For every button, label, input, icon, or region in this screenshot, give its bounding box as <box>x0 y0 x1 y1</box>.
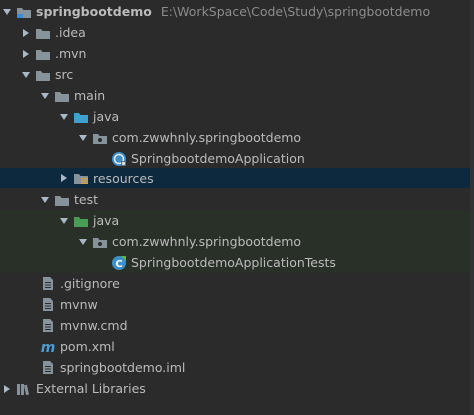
tree-label: test <box>74 192 99 207</box>
folder-icon <box>35 67 51 83</box>
svg-text:m: m <box>41 340 56 354</box>
tree-label: resources <box>93 170 154 186</box>
tree-label: pom.xml <box>60 339 115 354</box>
project-name: springbootdemo <box>36 4 152 19</box>
tree-row-project[interactable]: springbootdemo E:\WorkSpace\Code\Study\s… <box>0 1 474 22</box>
folder-icon <box>54 192 70 208</box>
package-icon <box>92 130 108 146</box>
tree-row-main-package[interactable]: com.zwwhnly.springbootdemo <box>0 127 474 148</box>
tree-label: mvnw <box>60 297 98 312</box>
folder-icon <box>35 46 51 62</box>
tree-row-mvnw[interactable]: mvnw <box>0 294 474 315</box>
project-tree: springbootdemo E:\WorkSpace\Code\Study\s… <box>0 0 474 415</box>
test-class-icon: C <box>111 255 127 271</box>
tree-label: mvnw.cmd <box>60 318 128 333</box>
scrollbar-track[interactable] <box>470 0 474 415</box>
tree-row-mvn[interactable]: .mvn <box>0 43 474 64</box>
tree-label: springbootdemo.iml <box>60 360 186 375</box>
package-icon <box>92 234 108 250</box>
svg-text:C: C <box>115 259 122 270</box>
tree-row-pom[interactable]: m pom.xml <box>0 336 474 357</box>
chevron-right-icon[interactable] <box>19 26 33 40</box>
tree-row-iml[interactable]: springbootdemo.iml <box>0 357 474 378</box>
module-file-icon <box>40 360 56 376</box>
tree-row-gitignore[interactable]: .gitignore <box>0 273 474 294</box>
chevron-down-icon[interactable] <box>76 131 90 145</box>
chevron-right-icon[interactable] <box>57 171 71 185</box>
tree-row-main[interactable]: main <box>0 85 474 106</box>
tree-row-test-package[interactable]: com.zwwhnly.springbootdemo <box>0 231 474 252</box>
resources-folder-icon <box>73 170 89 186</box>
tree-label: java <box>93 109 120 124</box>
chevron-right-icon[interactable] <box>0 382 14 396</box>
chevron-down-icon[interactable] <box>57 214 71 228</box>
text-file-icon <box>40 276 56 292</box>
tree-label: SpringbootdemoApplication <box>131 151 305 166</box>
tree-label: main <box>74 88 106 103</box>
folder-icon <box>35 25 51 41</box>
chevron-down-icon[interactable] <box>0 5 14 19</box>
spring-boot-class-icon <box>111 151 127 167</box>
text-file-icon <box>40 297 56 313</box>
tree-label: .mvn <box>55 46 87 61</box>
tree-row-idea[interactable]: .idea <box>0 22 474 43</box>
chevron-down-icon[interactable] <box>38 193 52 207</box>
tree-label: src <box>55 67 74 82</box>
chevron-down-icon[interactable] <box>19 68 33 82</box>
test-folder-icon <box>73 213 89 229</box>
tree-row-test-java[interactable]: java <box>0 210 474 231</box>
text-file-icon <box>40 318 56 334</box>
tree-label: .idea <box>55 25 86 40</box>
chevron-right-icon[interactable] <box>19 47 33 61</box>
tree-row-test-class[interactable]: C SpringbootdemoApplicationTests <box>0 252 474 273</box>
tree-row-resources[interactable]: resources <box>0 168 474 188</box>
chevron-down-icon[interactable] <box>38 89 52 103</box>
library-icon <box>16 381 32 397</box>
tree-label: SpringbootdemoApplicationTests <box>131 255 336 270</box>
maven-icon: m <box>40 339 56 355</box>
tree-row-mvnw-cmd[interactable]: mvnw.cmd <box>0 315 474 336</box>
chevron-down-icon[interactable] <box>76 235 90 249</box>
project-path: E:\WorkSpace\Code\Study\springbootdemo <box>160 4 431 19</box>
tree-row-main-java[interactable]: java <box>0 106 474 127</box>
tree-row-external-libraries[interactable]: External Libraries <box>0 378 474 399</box>
chevron-down-icon[interactable] <box>57 110 71 124</box>
tree-row-src[interactable]: src <box>0 64 474 85</box>
tree-label: com.zwwhnly.springbootdemo <box>112 234 302 249</box>
source-folder-icon <box>73 109 89 125</box>
tree-row-main-class[interactable]: SpringbootdemoApplication <box>0 148 474 169</box>
tree-row-test[interactable]: test <box>0 189 474 210</box>
folder-icon <box>16 4 32 20</box>
tree-label: External Libraries <box>36 381 146 396</box>
tree-label: .gitignore <box>60 276 120 291</box>
tree-label: java <box>93 213 120 228</box>
folder-icon <box>54 88 70 104</box>
tree-label: com.zwwhnly.springbootdemo <box>112 130 302 145</box>
